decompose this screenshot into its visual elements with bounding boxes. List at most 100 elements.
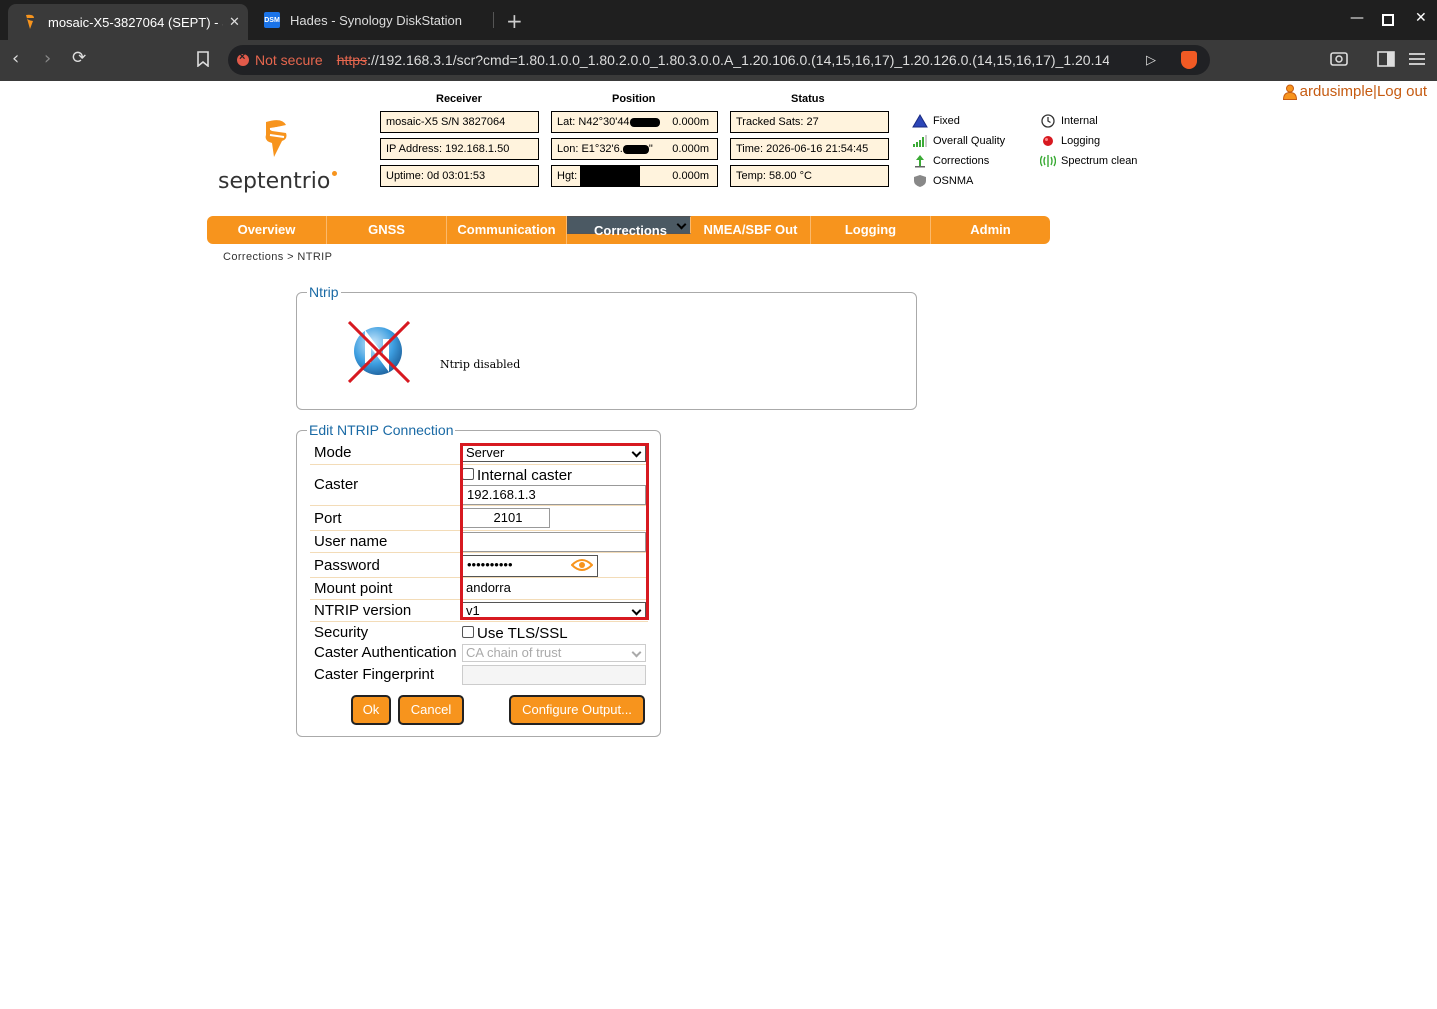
legend-internal: Internal	[1040, 114, 1098, 128]
legend-logging: Logging	[1040, 134, 1100, 148]
logo-wordmark: septentrio	[218, 169, 331, 194]
spectrum-icon	[1040, 154, 1056, 168]
main-nav: Overview GNSS Communication Corrections …	[207, 216, 1050, 244]
status-temp: Temp: 58.00 °C	[730, 165, 889, 187]
edit-legend: Edit NTRIP Connection	[309, 422, 454, 438]
legend-fixed: Fixed	[912, 114, 960, 128]
tab-divider	[493, 12, 494, 28]
record-dot-icon	[1040, 134, 1056, 148]
legend-spectrum: Spectrum clean	[1040, 154, 1137, 168]
signal-bars-icon	[912, 134, 928, 148]
receiver-uptime: Uptime: 0d 03:01:53	[380, 165, 539, 187]
status-sats: Tracked Sats: 27	[730, 111, 889, 133]
septentrio-mark-icon	[265, 120, 287, 157]
legend-label: OSNMA	[933, 175, 974, 187]
highlight-rectangle	[460, 443, 649, 620]
position-hgt: Hgt: 0.000m	[551, 165, 718, 187]
username-link[interactable]: ardusimple	[1300, 83, 1373, 100]
security-label: Security	[314, 624, 369, 641]
tls-checkbox[interactable]	[462, 626, 474, 639]
position-heading: Position	[612, 93, 656, 105]
send-icon[interactable]: ▷	[1146, 52, 1156, 68]
receiver-serial: mosaic-X5 S/N 3827064	[380, 111, 539, 133]
user-icon	[1282, 84, 1297, 100]
fingerprint-label: Caster Fingerprint	[314, 666, 435, 683]
reload-icon[interactable]: ⟳	[72, 48, 86, 68]
septentrio-logo: septentrio	[218, 119, 343, 199]
nav-nmea-sbf-out[interactable]: NMEA/SBF Out	[691, 216, 811, 244]
nav-admin[interactable]: Admin	[931, 216, 1050, 244]
breadcrumb: Corrections > NTRIP	[223, 251, 333, 263]
tab-mosaic[interactable]: mosaic-X5-3827064 (SEPT) - S ✕	[8, 4, 248, 40]
menu-icon[interactable]	[1408, 51, 1426, 71]
nav-communication[interactable]: Communication	[447, 216, 567, 244]
forward-icon[interactable]: ›	[44, 48, 51, 69]
nav-gnss[interactable]: GNSS	[327, 216, 447, 244]
back-icon[interactable]: ‹	[12, 48, 19, 69]
tab-synology[interactable]: DSM Hades - Synology DiskStation	[252, 0, 500, 40]
corrections-antenna-icon	[912, 154, 928, 168]
fingerprint-row: Caster Fingerprint	[310, 664, 648, 687]
port-label: Port	[314, 510, 342, 527]
nav-corrections[interactable]: Corrections	[567, 216, 691, 238]
receiver-heading: Receiver	[436, 93, 482, 105]
lat-label: Lat: N42°30'44	[557, 116, 630, 128]
fingerprint-input[interactable]	[462, 665, 646, 685]
caster-label: Caster	[314, 476, 359, 493]
address-bar[interactable]: Not secure https ://192.168.3.1/scr?cmd=…	[228, 45, 1210, 75]
user-label: User name	[314, 533, 388, 550]
logo-dot	[332, 171, 337, 176]
tls-label: Use TLS/SSL	[477, 625, 568, 642]
ntrip-status-text: Ntrip disabled	[440, 358, 521, 371]
cancel-button[interactable]: Cancel	[398, 695, 464, 725]
nav-overview[interactable]: Overview	[207, 216, 327, 244]
close-tab-icon[interactable]: ✕	[229, 14, 240, 30]
receiver-ip: IP Address: 192.168.1.50	[380, 138, 539, 160]
url-scheme: https	[336, 52, 368, 68]
mode-label: Mode	[314, 444, 352, 461]
legend-corrections: Corrections	[912, 154, 989, 168]
bookmark-icon[interactable]	[197, 51, 209, 71]
configure-output-button[interactable]: Configure Output...	[509, 695, 645, 725]
ntrip-legend: Ntrip	[309, 284, 339, 300]
septentrio-favicon-icon	[22, 14, 38, 30]
shield-icon	[912, 174, 928, 188]
legend-label: Spectrum clean	[1061, 155, 1138, 167]
security-row: Security Use TLS/SSL	[310, 622, 648, 643]
browser-tab-strip: mosaic-X5-3827064 (SEPT) - S ✕ DSM Hades…	[0, 0, 1437, 40]
auth-row: Caster Authentication CA chain of trust	[310, 643, 648, 664]
lon-label: Lon: E1°32'6.	[557, 143, 623, 155]
security-label: Not secure	[255, 52, 323, 68]
dsm-favicon-icon: DSM	[264, 12, 280, 28]
legend-label: Overall Quality	[933, 135, 1006, 147]
legend-quality: Overall Quality	[912, 134, 1005, 148]
auth-select[interactable]: CA chain of trust	[462, 644, 646, 662]
new-tab-icon[interactable]: +	[506, 9, 523, 33]
logout-link[interactable]: Log out	[1377, 83, 1427, 100]
legend-label: Internal	[1061, 115, 1098, 127]
tab-title: Hades - Synology DiskStation	[290, 12, 462, 28]
close-window-icon[interactable]: ✕	[1415, 10, 1427, 26]
tls-option: Use TLS/SSL	[462, 625, 568, 642]
position-lon: Lon: E1°32'6. " 0.000m	[551, 138, 718, 160]
url-text: ://192.168.3.1/scr?cmd=1.80.1.0.0_1.80.2…	[367, 52, 1110, 68]
maximize-icon[interactable]	[1382, 14, 1394, 26]
ok-button[interactable]: Ok	[351, 695, 391, 725]
lon-value: 0.000m	[672, 143, 709, 155]
screenshot-icon[interactable]	[1330, 51, 1348, 71]
nav-logging[interactable]: Logging	[811, 216, 931, 244]
auth-label: Caster Authentication	[314, 644, 457, 661]
status-heading: Status	[791, 93, 825, 105]
redaction	[629, 117, 660, 127]
sidebar-icon[interactable]	[1377, 51, 1395, 71]
web-page: ardusimple | Log out septentrio Receiver…	[0, 81, 1437, 1009]
ntrip-disabled-icon	[347, 320, 411, 384]
brave-shield-icon[interactable]	[1181, 51, 1197, 69]
legend-label: Fixed	[933, 115, 960, 127]
lon-suffix: "	[648, 143, 653, 155]
hgt-label: Hgt:	[557, 170, 578, 182]
legend-osnma: OSNMA	[912, 174, 973, 188]
minimize-icon[interactable]: —	[1350, 10, 1364, 26]
password-label: Password	[314, 557, 380, 574]
fixed-triangle-icon	[912, 114, 928, 128]
